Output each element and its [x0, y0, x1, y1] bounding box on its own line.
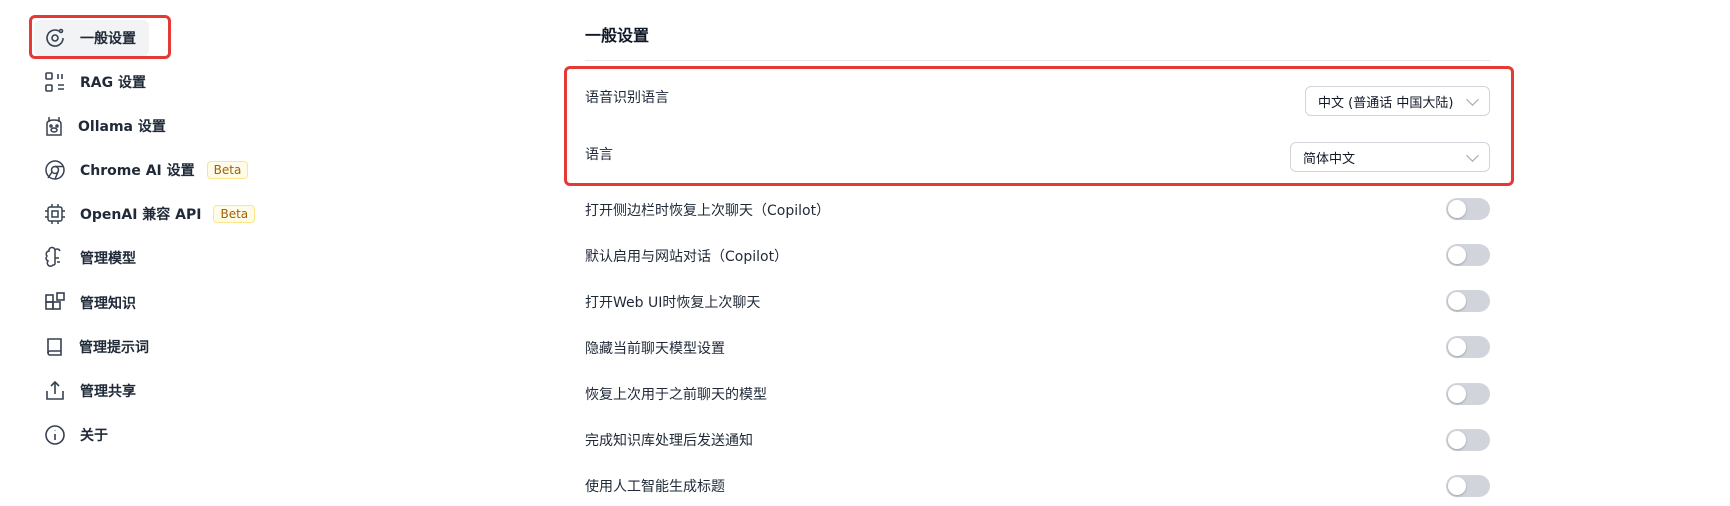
sidebar-item-manage-knowledge[interactable]: 管理知识 — [34, 285, 149, 321]
toggle-knob — [1448, 292, 1466, 310]
blocks-icon — [42, 290, 68, 316]
sidebar-item-label: Chrome AI 设置 — [80, 163, 195, 179]
toggle-label: 默认启用与网站对话（Copilot） — [585, 249, 789, 265]
toggle-knob — [1448, 338, 1466, 356]
info-icon — [42, 422, 68, 448]
sidebar-item-label: Ollama 设置 — [78, 119, 166, 135]
toggle-label: 打开侧边栏时恢复上次聊天（Copilot） — [585, 203, 831, 219]
chat-with-website-toggle[interactable] — [1446, 244, 1490, 266]
toggle-knob — [1448, 431, 1466, 449]
sidebar: 一般设置 RAG 设置 Ollama 设置 Chrome AI 设置 Beta … — [0, 0, 300, 506]
highlight-box-general — [29, 15, 171, 59]
speech-language-label: 语音识别语言 — [585, 90, 669, 106]
sidebar-item-label: RAG 设置 — [80, 75, 146, 91]
toggle-knob — [1448, 477, 1466, 495]
ai-generate-title-toggle[interactable] — [1446, 475, 1490, 497]
sidebar-item-label: OpenAI 兼容 API — [80, 207, 202, 223]
restore-last-chat-webui-toggle[interactable] — [1446, 290, 1490, 312]
hide-model-settings-toggle[interactable] — [1446, 336, 1490, 358]
sidebar-item-manage-sharing[interactable]: 管理共享 — [34, 373, 149, 409]
ollama-icon — [42, 113, 66, 139]
page-title: 一般设置 — [585, 26, 650, 45]
restore-last-chat-sidebar-toggle[interactable] — [1446, 198, 1490, 220]
toggle-knob — [1448, 385, 1466, 403]
toggle-label: 隐藏当前聊天模型设置 — [585, 341, 725, 357]
toggle-label: 完成知识库处理后发送通知 — [585, 433, 753, 449]
sidebar-item-ollama-settings[interactable]: Ollama 设置 — [34, 108, 166, 144]
beta-badge: Beta — [206, 161, 249, 179]
book-icon — [42, 334, 67, 360]
sidebar-item-label: 管理共享 — [80, 384, 136, 400]
toggle-label: 恢复上次用于之前聊天的模型 — [585, 387, 767, 403]
toggle-knob — [1448, 200, 1466, 218]
sidebar-item-manage-models[interactable]: 管理模型 — [34, 240, 149, 276]
chevron-down-icon — [1466, 148, 1479, 162]
language-value: 简体中文 — [1303, 151, 1356, 167]
rag-icon — [42, 69, 68, 95]
sidebar-item-label: 管理提示词 — [79, 340, 149, 356]
chevron-down-icon — [1466, 92, 1479, 106]
chip-icon — [42, 201, 68, 227]
toggle-label: 使用人工智能生成标题 — [585, 479, 725, 495]
speech-language-select[interactable]: 中文 (普通话 中国大陆) — [1305, 86, 1490, 116]
language-label: 语言 — [585, 147, 613, 163]
chrome-icon — [42, 157, 68, 183]
language-select[interactable]: 简体中文 — [1290, 142, 1490, 172]
sidebar-item-openai-api[interactable]: OpenAI 兼容 API Beta — [34, 196, 294, 232]
toggle-label: 打开Web UI时恢复上次聊天 — [585, 295, 761, 311]
speech-language-value: 中文 (普通话 中国大陆) — [1318, 95, 1454, 111]
beta-badge: Beta — [213, 205, 256, 223]
sidebar-item-label: 管理知识 — [80, 296, 136, 312]
knowledge-notification-toggle[interactable] — [1446, 429, 1490, 451]
sidebar-item-about[interactable]: 关于 — [34, 417, 149, 453]
sidebar-item-label: 管理模型 — [80, 251, 136, 267]
sidebar-item-manage-prompts[interactable]: 管理提示词 — [34, 329, 149, 365]
restore-last-model-toggle[interactable] — [1446, 383, 1490, 405]
divider — [585, 60, 1490, 61]
sidebar-item-rag-settings[interactable]: RAG 设置 — [34, 64, 149, 100]
brain-icon — [42, 245, 68, 271]
sidebar-item-chrome-ai-settings[interactable]: Chrome AI 设置 Beta — [34, 152, 294, 188]
share-icon — [42, 378, 68, 404]
toggle-knob — [1448, 246, 1466, 264]
sidebar-item-label: 关于 — [80, 428, 108, 444]
